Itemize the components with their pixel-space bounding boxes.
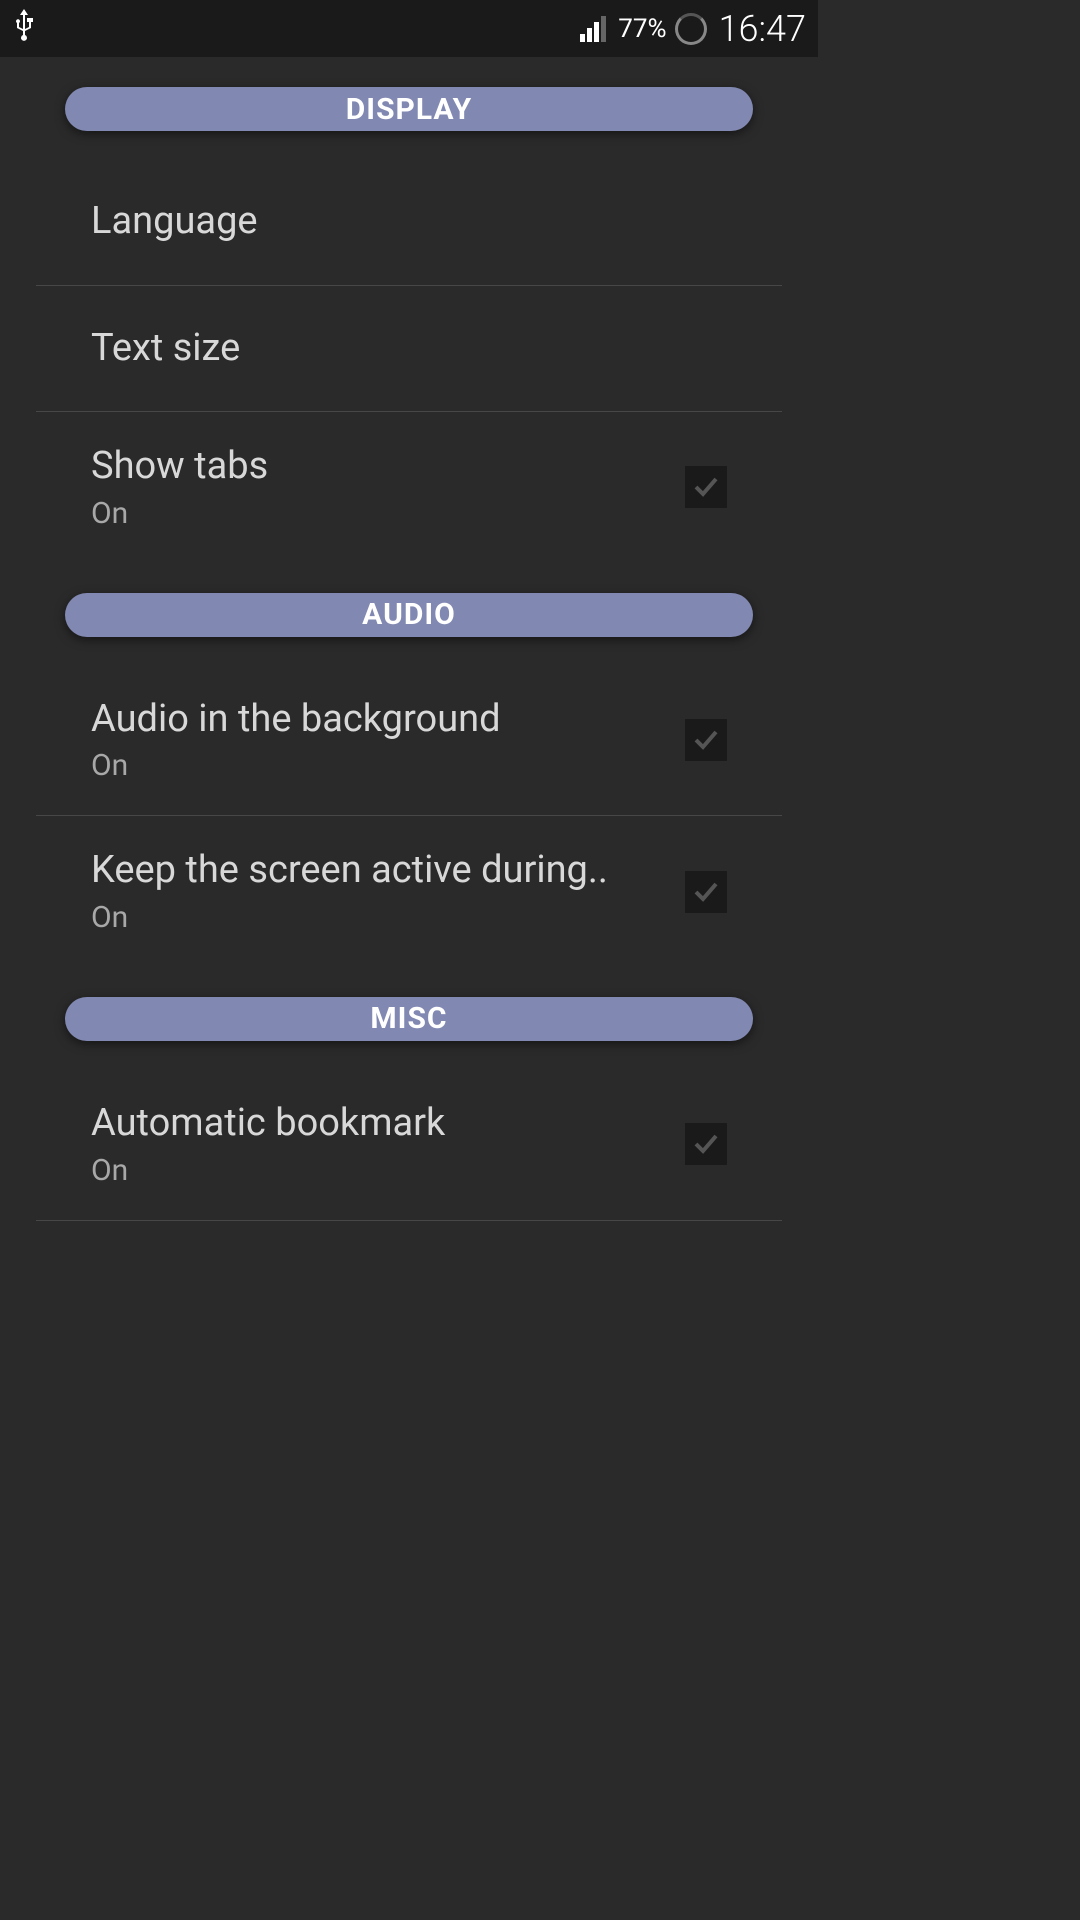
- checkbox-keep-screen-active[interactable]: [685, 871, 727, 913]
- setting-title: Language: [91, 199, 727, 245]
- setting-subtitle: On: [91, 1153, 665, 1188]
- setting-subtitle: On: [91, 900, 665, 935]
- settings-content: DISPLAY Language Text size Show tabs On …: [0, 87, 818, 1221]
- setting-title: Audio in the background: [91, 697, 665, 743]
- check-icon: [692, 878, 720, 906]
- battery-percent: 77%: [618, 14, 666, 44]
- setting-automatic-bookmark[interactable]: Automatic bookmark On: [36, 1069, 782, 1221]
- setting-text-size[interactable]: Text size: [36, 286, 782, 413]
- section-header-misc: MISC: [65, 997, 753, 1041]
- check-icon: [692, 726, 720, 754]
- setting-title: Keep the screen active during..: [91, 848, 665, 894]
- status-right: 77% 16:47: [580, 8, 806, 50]
- setting-title: Automatic bookmark: [91, 1101, 665, 1147]
- check-icon: [692, 1130, 720, 1158]
- checkbox-automatic-bookmark[interactable]: [685, 1123, 727, 1165]
- setting-keep-screen-active[interactable]: Keep the screen active during.. On: [36, 816, 782, 967]
- setting-language[interactable]: Language: [36, 159, 782, 286]
- checkbox-show-tabs[interactable]: [685, 466, 727, 508]
- section-header-audio: AUDIO: [65, 593, 753, 637]
- section-header-display: DISPLAY: [65, 87, 753, 131]
- setting-title: Show tabs: [91, 444, 665, 490]
- status-bar: 77% 16:47: [0, 0, 818, 57]
- setting-subtitle: On: [91, 748, 665, 783]
- clock-time: 16:47: [719, 8, 806, 50]
- setting-audio-background[interactable]: Audio in the background On: [36, 665, 782, 817]
- setting-show-tabs[interactable]: Show tabs On: [36, 412, 782, 563]
- checkbox-audio-background[interactable]: [685, 719, 727, 761]
- setting-title: Text size: [91, 326, 727, 372]
- check-icon: [692, 473, 720, 501]
- signal-icon: [580, 16, 610, 42]
- loading-spinner-icon: [675, 13, 707, 45]
- setting-subtitle: On: [91, 496, 665, 531]
- usb-icon: [12, 7, 36, 50]
